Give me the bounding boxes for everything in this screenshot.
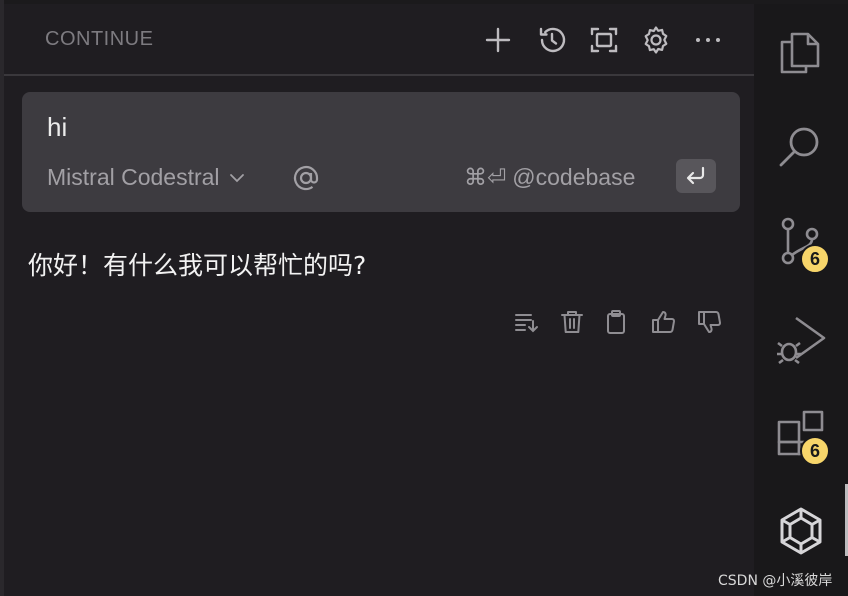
- app-window: CONTINUE hi Mistral Codestral ⌘⏎ @codeba…: [0, 0, 848, 596]
- codebase-label: @codebase: [512, 164, 636, 190]
- search-icon[interactable]: [776, 122, 826, 172]
- submit-button[interactable]: [676, 159, 716, 193]
- shortcut-keys: ⌘⏎: [464, 164, 507, 190]
- history-icon[interactable]: [536, 24, 568, 56]
- model-selector[interactable]: Mistral Codestral: [47, 164, 246, 191]
- at-mention-icon[interactable]: [290, 162, 322, 194]
- fullscreen-icon[interactable]: [588, 24, 620, 56]
- model-name: Mistral Codestral: [47, 164, 220, 190]
- copy-icon[interactable]: [602, 308, 630, 336]
- thumbs-up-icon[interactable]: [650, 308, 678, 336]
- extensions-badge: 6: [800, 436, 830, 466]
- enter-icon: [686, 166, 705, 185]
- assistant-message: 你好！有什么我可以帮忙的吗?: [28, 251, 367, 280]
- settings-icon[interactable]: [640, 24, 672, 56]
- watermark-text: CSDN @小溪彼岸: [718, 573, 833, 589]
- continue-generation-icon[interactable]: [512, 308, 540, 336]
- user-message-box[interactable]: hi Mistral Codestral ⌘⏎ @codebase: [22, 92, 740, 212]
- panel-header: CONTINUE: [4, 4, 754, 76]
- left-border: [0, 0, 4, 596]
- activity-bar: 6 6: [754, 4, 848, 596]
- codebase-shortcut[interactable]: ⌘⏎ @codebase: [464, 164, 635, 191]
- run-debug-icon[interactable]: [776, 314, 826, 365]
- new-session-icon[interactable]: [482, 24, 514, 56]
- more-icon[interactable]: [692, 24, 724, 56]
- delete-icon[interactable]: [558, 308, 586, 336]
- continue-panel: CONTINUE hi Mistral Codestral ⌘⏎ @codeba…: [4, 4, 754, 596]
- source-control-badge: 6: [800, 244, 830, 274]
- panel-title: CONTINUE: [45, 28, 154, 50]
- continue-logo-icon[interactable]: [776, 506, 826, 556]
- explorer-icon[interactable]: [776, 26, 826, 76]
- chevron-down-icon: [229, 173, 244, 182]
- thumbs-down-icon[interactable]: [696, 308, 724, 336]
- user-message-text[interactable]: hi: [47, 112, 67, 143]
